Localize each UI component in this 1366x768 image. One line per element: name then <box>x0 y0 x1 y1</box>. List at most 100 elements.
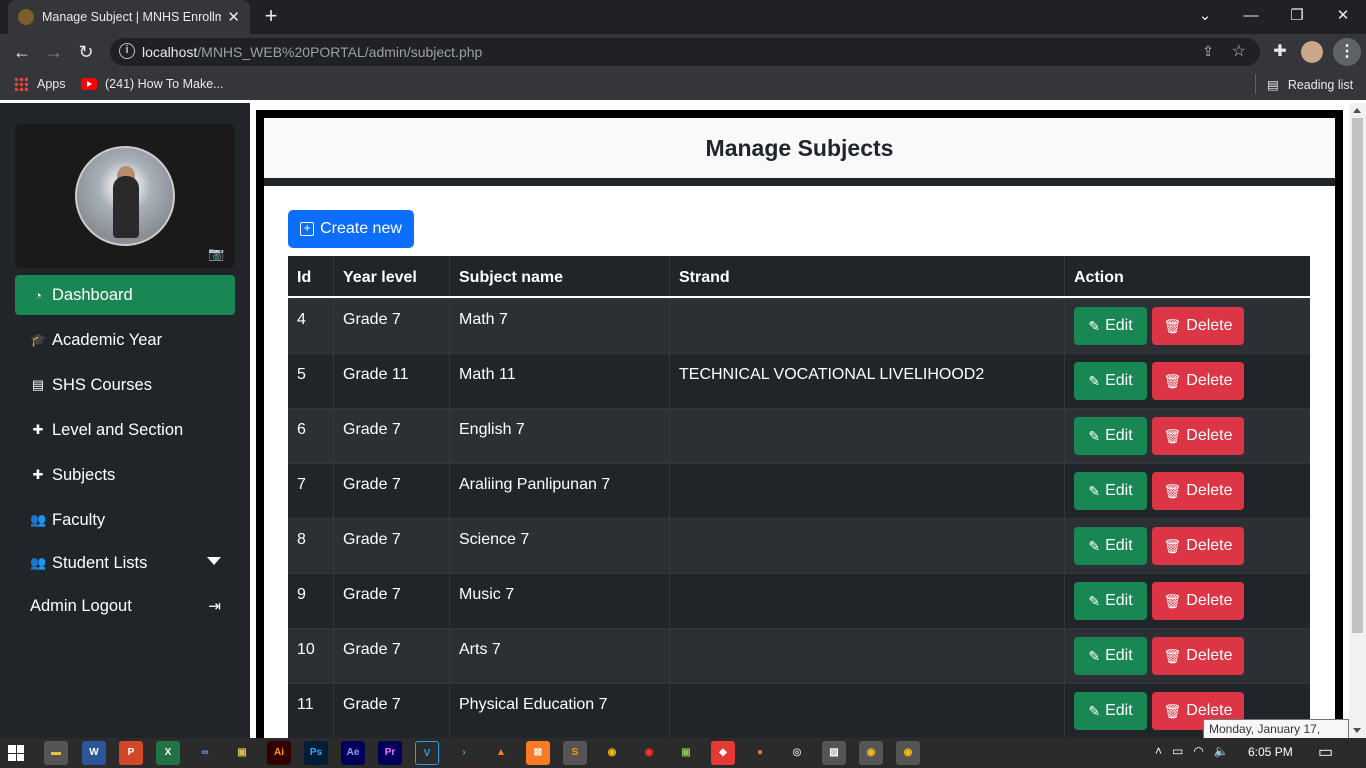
profile-avatar[interactable] <box>1301 41 1323 63</box>
chrome-window-icon[interactable]: ◉ <box>859 741 883 765</box>
tab-search-icon[interactable]: ⌄ <box>1183 4 1227 28</box>
edit-button[interactable]: ✎ Edit <box>1074 307 1147 345</box>
notification-icon[interactable]: ▭ <box>1318 742 1333 762</box>
share-icon[interactable]: ⇪ <box>1202 43 1214 60</box>
site-info-icon[interactable]: i <box>119 43 135 59</box>
address-bar[interactable]: i localhost/MNHS_WEB%20PORTAL/admin/subj… <box>110 38 1260 66</box>
browser-tab[interactable]: Manage Subject | MNHS Enrollm ✕ <box>8 0 250 34</box>
chrome-icon[interactable]: ◉ <box>600 741 624 765</box>
illustrator-icon[interactable]: Ai <box>267 741 291 765</box>
sidebar-item-subjects[interactable]: ✚ Subjects <box>15 455 235 495</box>
sidebar-item-faculty[interactable]: 👥 Faculty <box>15 500 235 540</box>
windows-start-icon[interactable] <box>8 745 24 761</box>
excel-icon[interactable]: X <box>156 741 180 765</box>
terminal-icon[interactable]: › <box>452 741 476 765</box>
trash-icon: 🗑 <box>1163 702 1182 719</box>
sidebar-item-academic-year[interactable]: 🎓 Academic Year <box>15 320 235 360</box>
cell-id: 8 <box>288 518 334 573</box>
table-row: 5 Grade 11 Math 11 TECHNICAL VOCATIONAL LIV… <box>288 353 1310 408</box>
menu-kebab-icon[interactable]: ⋮ <box>1333 38 1361 66</box>
table-row: 6 Grade 7 English 7 ✎ Edit 🗑 Delete <box>288 408 1310 463</box>
bookmark-youtube[interactable]: (241) How To Make... <box>81 77 224 91</box>
delete-button[interactable]: 🗑 Delete <box>1152 472 1244 510</box>
infinity-icon[interactable]: ∞ <box>193 741 217 765</box>
edit-icon: ✎ <box>1088 592 1101 609</box>
edit-button[interactable]: ✎ Edit <box>1074 582 1147 620</box>
cell-strand: TECHNICAL VOCATIONAL LIVELIHOOD2 <box>670 353 1065 408</box>
sidebar-item-dashboard[interactable]: ◔ Dashboard <box>15 275 235 315</box>
sidebar-item-shs-courses[interactable]: ▤ SHS Courses <box>15 365 235 405</box>
trash-icon: 🗑 <box>1163 537 1182 554</box>
image-app-icon[interactable]: ▨ <box>822 741 846 765</box>
cell-strand <box>670 408 1065 463</box>
delete-button[interactable]: 🗑 Delete <box>1152 527 1244 565</box>
system-tray[interactable]: ˄ ▭ ◠ 🔈 <box>1155 744 1229 758</box>
back-icon[interactable]: ← <box>10 40 34 64</box>
cell-subject-name: Math 11 <box>450 353 670 408</box>
reload-icon[interactable]: ↻ <box>74 40 98 64</box>
powerpoint-icon[interactable]: P <box>119 741 143 765</box>
edit-button[interactable]: ✎ Edit <box>1074 362 1147 400</box>
users-icon: 👥 <box>30 555 47 570</box>
edit-button[interactable]: ✎ Edit <box>1074 692 1147 730</box>
word-icon[interactable]: W <box>82 741 106 765</box>
page-scrollbar[interactable] <box>1349 103 1366 738</box>
sidebar-item-admin-logout[interactable]: Admin Logout ⇥ <box>15 586 235 626</box>
delete-button[interactable]: 🗑 Delete <box>1152 417 1244 455</box>
table-row: 11 Grade 7 Physical Education 7 ✎ Edit 🗑 Delet… <box>288 683 1310 738</box>
delete-button[interactable]: 🗑 Delete <box>1152 362 1244 400</box>
xampp-icon[interactable]: ⊠ <box>526 741 550 765</box>
trash-icon: 🗑 <box>1163 427 1182 444</box>
forward-icon[interactable]: → <box>42 40 66 64</box>
scrollbar-thumb[interactable] <box>1352 118 1363 633</box>
obs-icon[interactable]: ◎ <box>785 741 809 765</box>
cell-id: 6 <box>288 408 334 463</box>
clock[interactable]: 6:05 PM <box>1248 745 1293 759</box>
new-tab-button[interactable]: + <box>260 4 282 28</box>
vlc-icon[interactable]: ▲ <box>489 741 513 765</box>
edit-button[interactable]: ✎ Edit <box>1074 527 1147 565</box>
edit-button[interactable]: ✎ Edit <box>1074 637 1147 675</box>
minimize-button[interactable]: — <box>1229 4 1273 28</box>
delete-button[interactable]: 🗑 Delete <box>1152 582 1244 620</box>
youtube-icon <box>81 78 97 90</box>
file-explorer-icon[interactable]: ▬ <box>44 741 68 765</box>
cell-action: ✎ Edit 🗑 Delete <box>1065 463 1310 518</box>
edit-button[interactable]: ✎ Edit <box>1074 472 1147 510</box>
delete-button[interactable]: 🗑 Delete <box>1152 307 1244 345</box>
edit-icon: ✎ <box>1088 372 1101 389</box>
cell-strand <box>670 298 1065 353</box>
v-app-icon[interactable]: V <box>415 741 439 765</box>
date-tooltip: Monday, January 17, 2022 <box>1203 719 1349 750</box>
table-row: 9 Grade 7 Music 7 ✎ Edit 🗑 Delete <box>288 573 1310 628</box>
create-new-button[interactable]: + Create new <box>288 210 414 248</box>
extensions-icon[interactable]: ✚ <box>1268 40 1292 64</box>
bookmark-apps[interactable]: Apps <box>14 77 66 91</box>
photoshop-icon[interactable]: Ps <box>304 741 328 765</box>
tab-title: Manage Subject | MNHS Enrollm <box>42 10 222 24</box>
delete-button[interactable]: 🗑 Delete <box>1152 637 1244 675</box>
app-red-icon[interactable]: ◆ <box>711 741 735 765</box>
firefox-icon[interactable]: ● <box>748 741 772 765</box>
camera-icon[interactable]: 📷 <box>208 246 226 261</box>
bookmark-star-icon[interactable]: ☆ <box>1232 41 1246 61</box>
premiere-icon[interactable]: Pr <box>378 741 402 765</box>
edit-button[interactable]: ✎ Edit <box>1074 417 1147 455</box>
after-effects-icon[interactable]: Ae <box>341 741 365 765</box>
sidebar-item-student-lists[interactable]: 👥 Student Lists <box>15 543 235 583</box>
record-icon[interactable]: ◉ <box>637 741 661 765</box>
subjects-table: Id Year level Subject name Strand Action… <box>288 256 1310 738</box>
app-icon[interactable]: ▣ <box>230 741 254 765</box>
cell-id: 5 <box>288 353 334 408</box>
sublime-icon[interactable]: S <box>563 741 587 765</box>
close-window-button[interactable]: ✕ <box>1321 4 1365 28</box>
restore-button[interactable]: ❐ <box>1275 4 1319 28</box>
reading-list[interactable]: ▤ Reading list <box>1267 77 1353 93</box>
sidebar-item-level-and-section[interactable]: ✚ Level and Section <box>15 410 235 450</box>
android-icon[interactable]: ▣ <box>674 741 698 765</box>
table-header: Id Year level Subject name Strand Action <box>288 256 1310 298</box>
chrome-window-2-icon[interactable]: ◉ <box>896 741 920 765</box>
bookmark-divider <box>1255 74 1256 94</box>
trash-icon: 🗑 <box>1163 482 1182 499</box>
close-tab-icon[interactable]: ✕ <box>227 8 240 26</box>
